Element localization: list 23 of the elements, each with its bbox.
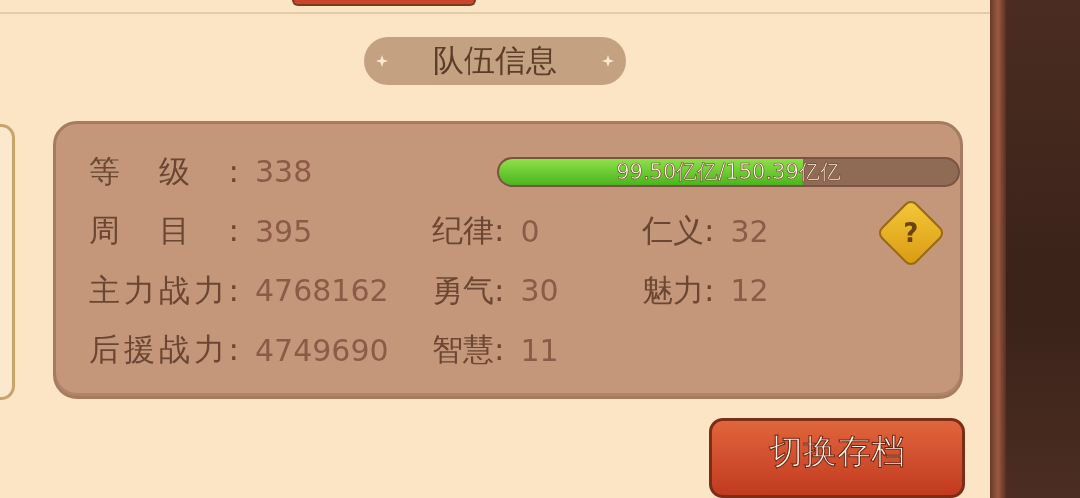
stat-value: 338 [255,154,313,190]
stat-value: 30 [520,273,559,309]
tab-button[interactable] [292,0,476,6]
sparkle-icon [376,55,388,67]
stat-label: 主力战力: [89,270,239,310]
switch-save-button[interactable]: 切换存档 [709,418,965,498]
section-title: 队伍信息 [364,37,626,85]
stat-label: 智慧: [432,330,505,370]
stat-value: 4749690 [255,332,389,368]
stat-value: 0 [520,213,540,249]
sparkle-icon [602,55,614,67]
stat-value: 395 [255,213,313,249]
stat-value: 32 [730,213,769,249]
stat-label: 勇气: [432,270,505,310]
stat-label: 等级: [89,151,239,191]
stat-value: 11 [520,332,559,368]
stat-label: 魅力: [642,270,715,310]
stat-label: 仁义: [642,211,715,251]
stat-label: 周目: [89,211,239,251]
stat-value: 4768162 [255,273,389,309]
stat-value: 12 [730,273,769,309]
stat-label: 后援战力: [89,330,239,370]
stat-label: 纪律: [432,211,505,251]
